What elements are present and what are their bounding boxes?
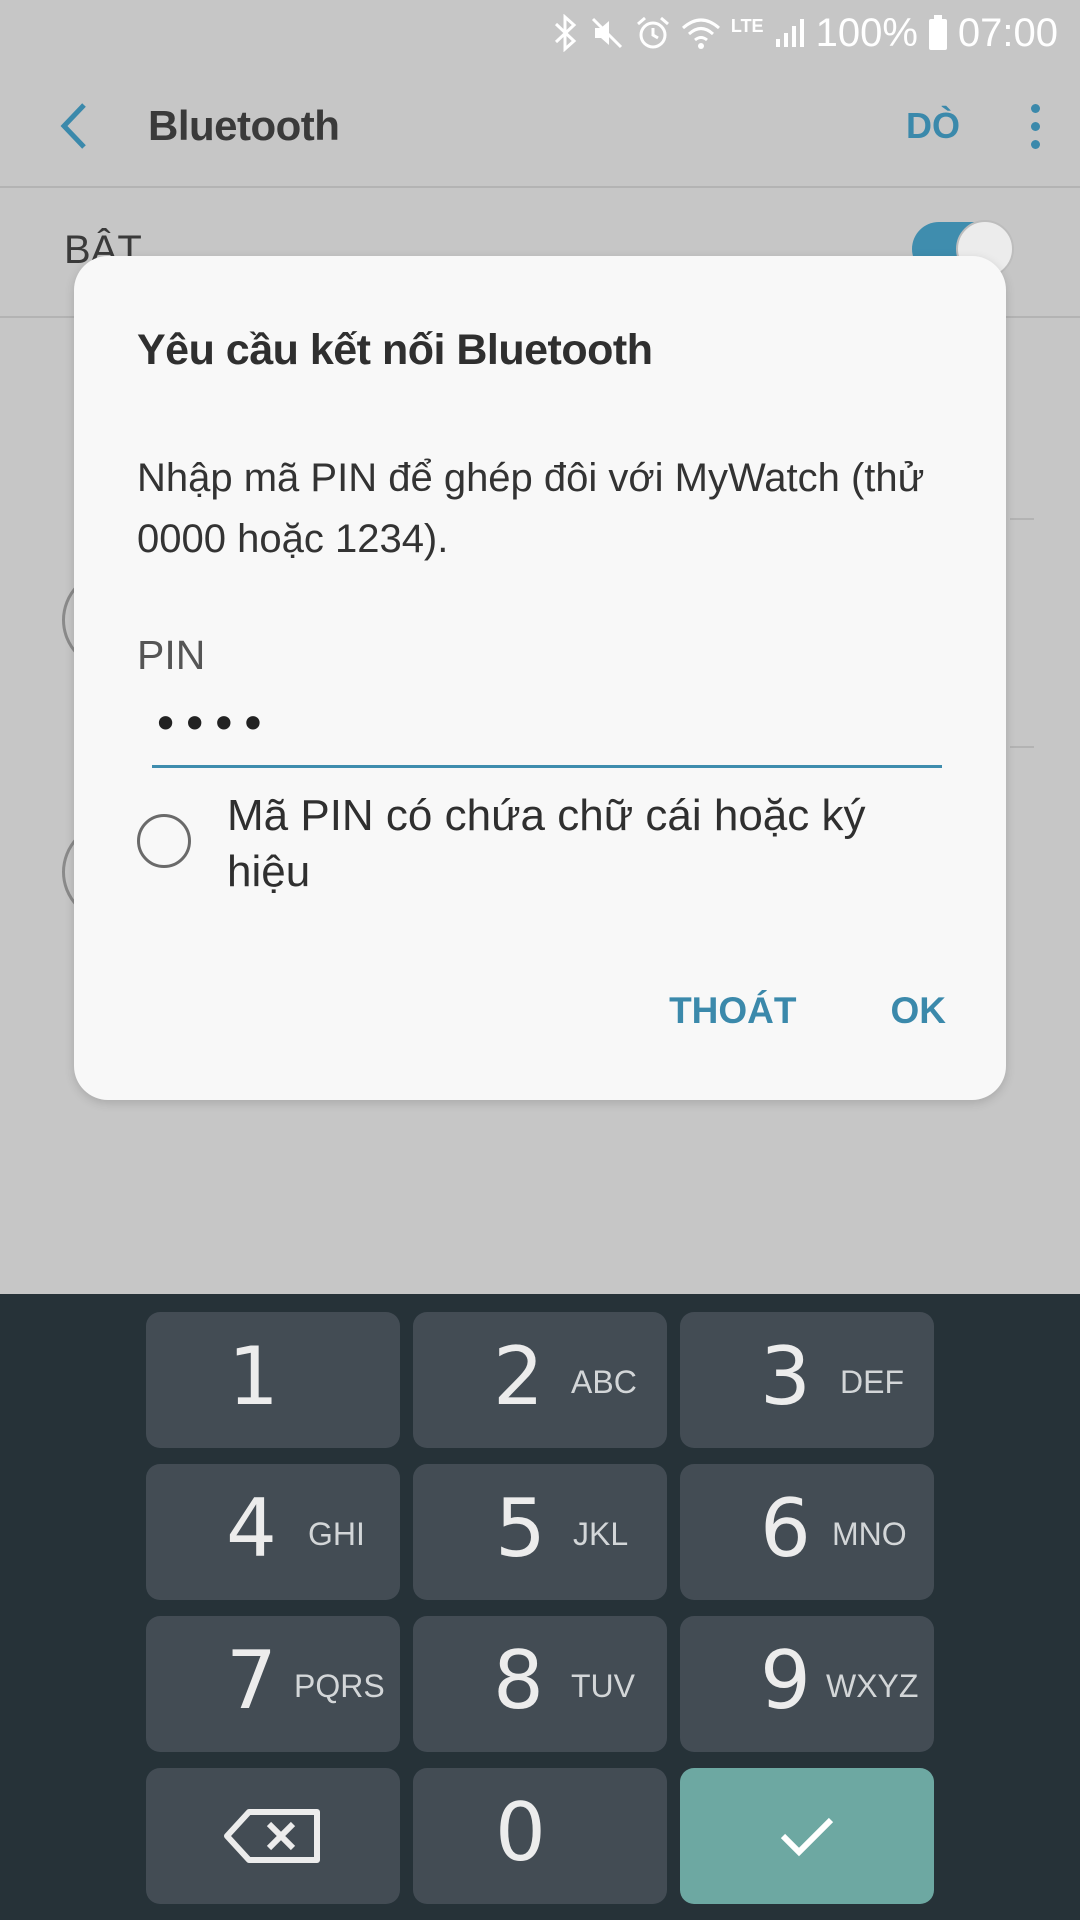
backspace-icon (224, 1809, 320, 1863)
signal-icon (774, 13, 806, 53)
lte-label: LTE (730, 16, 764, 36)
divider (1010, 518, 1034, 520)
pin-letters-label: Mã PIN có chứa chữ cái hoặc ký hiệu (227, 791, 866, 896)
dialog-actions: THOÁT OK (669, 990, 946, 1032)
pin-input[interactable] (152, 682, 942, 768)
wifi-icon (681, 13, 721, 53)
page-title: Bluetooth (148, 102, 340, 149)
key-5[interactable]: 5 JKL (413, 1464, 667, 1600)
battery-percent: 100% (815, 10, 918, 55)
key-2[interactable]: 2 ABC (413, 1312, 667, 1448)
key-1[interactable]: 1 (146, 1312, 400, 1448)
alarm-icon (635, 13, 671, 53)
cancel-button[interactable]: THOÁT (669, 990, 796, 1032)
key-6[interactable]: 6 MNO (680, 1464, 934, 1600)
pin-label: PIN (137, 632, 206, 678)
pairing-dialog: Yêu cầu kết nối Bluetooth Nhập mã PIN để… (74, 256, 1006, 1100)
status-bar: LTE 100% 07:00 (0, 0, 1080, 66)
backspace-key[interactable] (146, 1768, 400, 1904)
key-7[interactable]: 7 PQRS (146, 1616, 400, 1752)
mute-icon (589, 13, 625, 53)
chevron-left-icon (60, 103, 86, 149)
more-vert-icon (1030, 103, 1040, 113)
battery-icon (928, 13, 948, 53)
ok-button[interactable]: OK (891, 990, 947, 1032)
check-icon (780, 1817, 834, 1857)
key-4[interactable]: 4 GHI (146, 1464, 400, 1600)
back-button[interactable] (38, 91, 108, 161)
dialog-title: Yêu cầu kết nối Bluetooth (137, 326, 653, 374)
dialog-message: Nhập mã PIN để ghép đôi với MyWatch (thử… (137, 456, 925, 561)
bluetooth-icon (553, 13, 579, 53)
more-options-button[interactable] (1010, 86, 1060, 166)
key-0[interactable]: 0 (413, 1768, 667, 1904)
key-8[interactable]: 8 TUV (413, 1616, 667, 1752)
key-3[interactable]: 3 DEF (680, 1312, 934, 1448)
scan-button[interactable]: DÒ (906, 105, 960, 147)
key-9[interactable]: 9 WXYZ (680, 1616, 934, 1752)
clock: 07:00 (957, 10, 1058, 55)
numeric-keypad: 1 2 ABC 3 DEF 4 GHI 5 JKL 6 MNO 7 PQRS 8… (0, 1294, 1080, 1920)
confirm-key[interactable] (680, 1768, 934, 1904)
app-bar: Bluetooth DÒ (0, 66, 1080, 188)
pin-letters-radio[interactable] (137, 814, 191, 868)
divider (1010, 746, 1034, 748)
pin-contains-letters-option[interactable]: Mã PIN có chứa chữ cái hoặc ký hiệu (137, 788, 957, 900)
